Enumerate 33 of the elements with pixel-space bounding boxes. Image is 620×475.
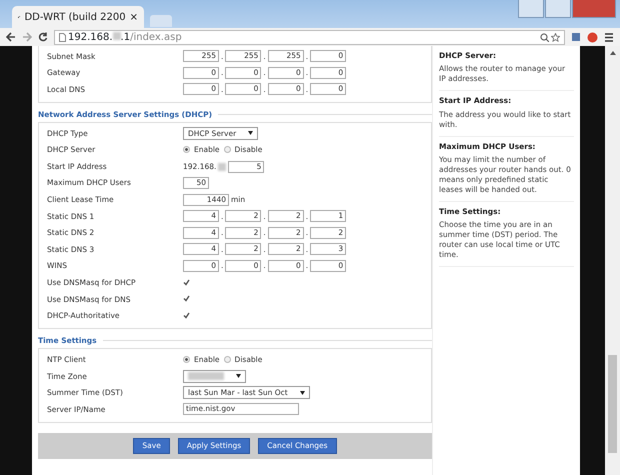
page-icon xyxy=(59,32,66,42)
tab-close-button[interactable]: × xyxy=(130,10,138,24)
caret-icon xyxy=(248,131,254,136)
forward-icon[interactable] xyxy=(22,32,32,42)
address-bar[interactable]: 192.168. .1/index.asp xyxy=(54,30,565,44)
blurred-block xyxy=(218,162,226,171)
radio-button[interactable] xyxy=(224,146,231,154)
stop-sign-icon[interactable] xyxy=(587,32,598,42)
tab-title: DD-WRT (build 2200 xyxy=(24,10,126,24)
minimize-button[interactable] xyxy=(518,0,544,18)
caret-icon xyxy=(236,374,241,378)
checkbox[interactable] xyxy=(183,312,191,320)
dropdown[interactable] xyxy=(183,370,246,383)
radio-button[interactable] xyxy=(224,356,231,364)
checkbox[interactable] xyxy=(183,295,191,304)
menu-icon[interactable] xyxy=(604,32,614,42)
browser-tab[interactable]: DD-WRT (build 2200 × xyxy=(12,6,144,28)
blurred-block xyxy=(188,372,224,380)
caret-icon xyxy=(300,390,305,395)
url-text: 192.168. .1/index.asp xyxy=(68,30,182,44)
extension-icon[interactable] xyxy=(571,32,581,42)
scroll-up-icon[interactable] xyxy=(610,51,616,55)
maximize-button[interactable] xyxy=(545,0,571,18)
star-icon[interactable] xyxy=(551,32,560,42)
scrollbar[interactable] xyxy=(605,46,620,475)
back-icon[interactable] xyxy=(6,32,16,42)
radio-button[interactable] xyxy=(183,146,190,154)
blurred-block xyxy=(112,32,121,40)
zoom-icon[interactable] xyxy=(540,32,549,42)
scrollbar-thumb[interactable] xyxy=(608,355,617,453)
checkbox[interactable] xyxy=(183,278,191,287)
radio-button[interactable] xyxy=(183,356,190,364)
reload-icon[interactable] xyxy=(38,32,48,42)
